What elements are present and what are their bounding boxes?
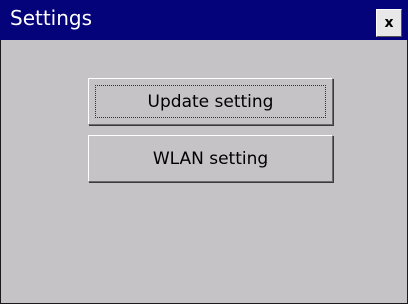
update-setting-button[interactable]: Update setting	[88, 78, 333, 125]
close-icon: x	[384, 15, 394, 31]
close-button[interactable]: x	[376, 9, 402, 37]
wlan-setting-button[interactable]: WLAN setting	[88, 135, 333, 182]
settings-window: Settings x Update setting WLAN setting	[0, 0, 408, 304]
title-bar: Settings x	[0, 0, 408, 40]
wlan-setting-label: WLAN setting	[152, 148, 269, 169]
update-setting-label: Update setting	[147, 91, 274, 112]
window-title: Settings	[10, 6, 93, 30]
